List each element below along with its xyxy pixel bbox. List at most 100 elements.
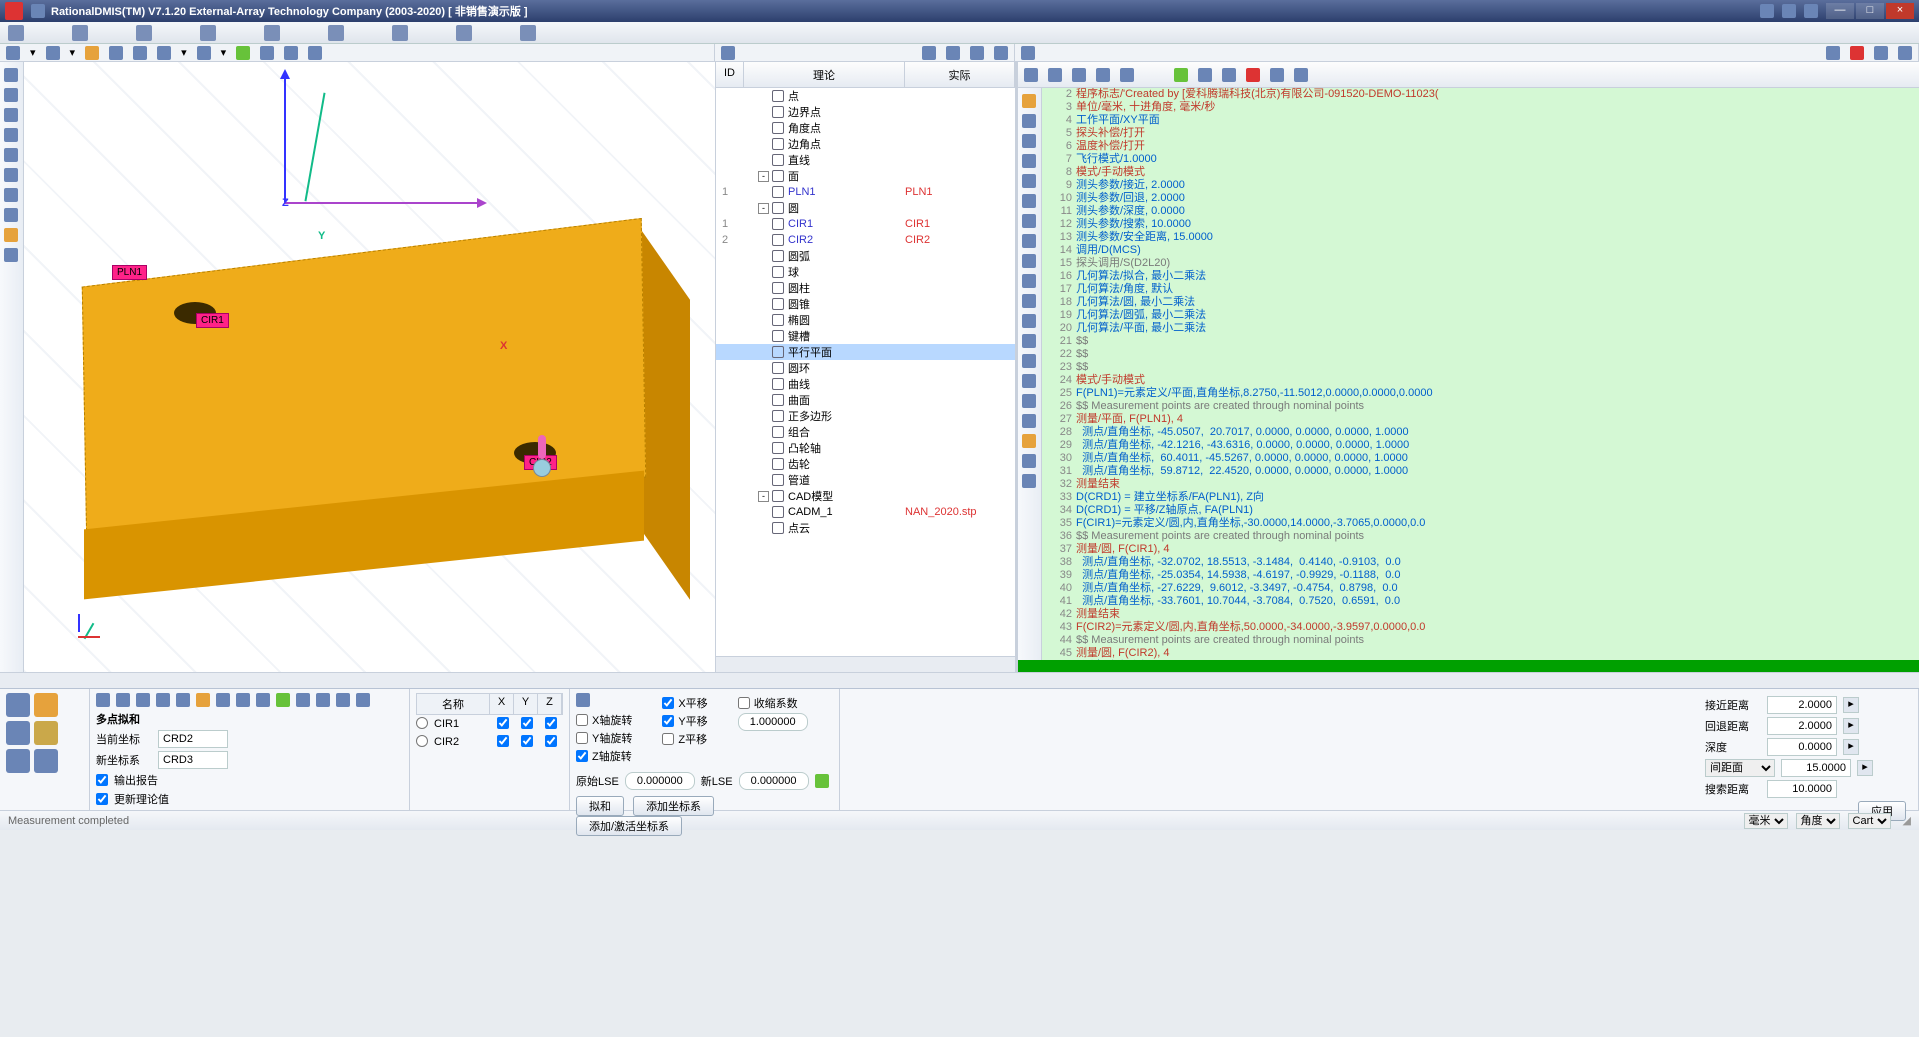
bt-8[interactable] (236, 693, 250, 707)
code-line[interactable]: 42测量结束 (1042, 608, 1919, 621)
tree-row[interactable]: CADM_1NAN_2020.stp (716, 504, 1015, 520)
status-unit[interactable]: 毫米 (1744, 813, 1788, 829)
cs-10[interactable] (1022, 294, 1036, 308)
tree-row[interactable]: 椭圆 (716, 312, 1015, 328)
tree-body[interactable]: 点边界点角度点边角点直线-面1PLN1PLN1-圆1CIR1CIR12CIR2C… (716, 88, 1015, 656)
label-cir1[interactable]: CIR1 (196, 313, 229, 328)
code-tab-doc[interactable] (1021, 46, 1035, 60)
code-editor[interactable]: 2程序标志/'Created by [爱科腾瑞科技(北京)有限公司-091520… (1042, 88, 1919, 660)
cs-8[interactable] (1022, 254, 1036, 268)
code-line[interactable]: 15探头调用/S(D2L20) (1042, 257, 1919, 270)
tree-row[interactable]: 管道 (716, 472, 1015, 488)
clear-input[interactable] (1781, 759, 1851, 777)
cs-2[interactable] (1022, 134, 1036, 148)
vp-tab-select[interactable] (46, 46, 60, 60)
tree-row[interactable]: 齿轮 (716, 456, 1015, 472)
code-line[interactable]: 32测量结束 (1042, 478, 1919, 491)
cs-15[interactable] (1022, 394, 1036, 408)
code-line[interactable]: 21$$ (1042, 335, 1919, 348)
qicon-tri[interactable] (34, 693, 58, 717)
cs-13[interactable] (1022, 354, 1036, 368)
main-hscroll[interactable] (0, 672, 1919, 688)
code-line[interactable]: 23$$ (1042, 361, 1919, 374)
tree-row[interactable]: 曲线 (716, 376, 1015, 392)
topicon-1[interactable] (8, 25, 24, 41)
shrink-value[interactable]: 1.000000 (738, 713, 808, 731)
code-line[interactable]: 27测量/平面, F(PLN1), 4 (1042, 413, 1919, 426)
bt-11[interactable] (296, 693, 310, 707)
tree-row[interactable]: 点 (716, 88, 1015, 104)
code-line[interactable]: 38 测点/直角坐标, -32.0702, 18.5513, -3.1484, … (1042, 556, 1919, 569)
code-line[interactable]: 13测头参数/安全距离, 15.0000 (1042, 231, 1919, 244)
tree-row[interactable]: 平行平面 (716, 344, 1015, 360)
code-line[interactable]: 19几何算法/圆弧, 最小二乘法 (1042, 309, 1919, 322)
bt-10[interactable] (276, 693, 290, 707)
vtool-4[interactable] (4, 148, 18, 162)
tree-row[interactable]: 边角点 (716, 136, 1015, 152)
qicon-crd[interactable] (6, 749, 30, 773)
vtool-3[interactable] (4, 128, 18, 142)
topicon-7[interactable] (392, 25, 408, 41)
code-line[interactable]: 20几何算法/平面, 最小二乘法 (1042, 322, 1919, 335)
cbtn-step[interactable] (1198, 68, 1212, 82)
code-line[interactable]: 14调用/D(MCS) (1042, 244, 1919, 257)
tree-row[interactable]: 组合 (716, 424, 1015, 440)
code-line[interactable]: 7飞行模式/1.0000 (1042, 153, 1919, 166)
tree-scrollbar[interactable] (716, 656, 1015, 672)
code-line[interactable]: 41 测点/直角坐标, -33.7601, 10.7044, -3.7084, … (1042, 595, 1919, 608)
cs-7[interactable] (1022, 234, 1036, 248)
cs-17[interactable] (1022, 434, 1036, 448)
cs-19[interactable] (1022, 474, 1036, 488)
code-line[interactable]: 9测头参数/接近, 2.0000 (1042, 179, 1919, 192)
code-line[interactable]: 34D(CRD1) = 平移/Z轴原点, FA(PLN1) (1042, 504, 1919, 517)
tree-row[interactable]: 圆弧 (716, 248, 1015, 264)
code-line[interactable]: 43F(CIR2)=元素定义/圆,内,直角坐标,50.0000,-34.0000… (1042, 621, 1919, 634)
tree-tab-3[interactable] (970, 46, 984, 60)
code-tab-1[interactable] (1826, 46, 1840, 60)
cs-14[interactable] (1022, 374, 1036, 388)
cbtn-list[interactable] (1072, 68, 1086, 82)
shrink-check[interactable] (738, 697, 750, 709)
vtool-7[interactable] (4, 208, 18, 222)
code-line[interactable]: 37测量/圆, F(CIR1), 4 (1042, 543, 1919, 556)
ztrans-check[interactable] (662, 733, 674, 745)
qicon-shield[interactable] (34, 721, 58, 745)
title-tool-1[interactable] (1760, 4, 1774, 18)
code-line[interactable]: 24模式/手动模式 (1042, 374, 1919, 387)
current-crd-input[interactable] (158, 730, 228, 748)
minimize-button[interactable]: — (1826, 3, 1854, 19)
tree-tab-4[interactable] (994, 46, 1008, 60)
cbtn-run[interactable] (1120, 68, 1134, 82)
tree-row[interactable]: 点云 (716, 520, 1015, 536)
clear-select[interactable]: 间距面 (1705, 759, 1775, 777)
bt-4[interactable] (156, 693, 170, 707)
code-line[interactable]: 36$$ Measurement points are created thro… (1042, 530, 1919, 543)
retract-input[interactable] (1767, 717, 1837, 735)
code-line[interactable]: 40 测点/直角坐标, -27.6229, 9.6012, -3.3497, -… (1042, 582, 1919, 595)
update-nom-check[interactable] (96, 793, 108, 805)
code-tab-2[interactable] (1850, 46, 1864, 60)
code-line[interactable]: 25F(PLN1)=元素定义/平面,直角坐标,8.2750,-11.5012,0… (1042, 387, 1919, 400)
topicon-3[interactable] (136, 25, 152, 41)
xtrans-check[interactable] (662, 697, 674, 709)
vtool-2[interactable] (4, 108, 18, 122)
topicon-2[interactable] (72, 25, 88, 41)
search-input[interactable] (1767, 780, 1837, 798)
status-output[interactable]: Cart (1848, 813, 1891, 829)
tree-tab-1[interactable] (922, 46, 936, 60)
tree-row[interactable]: -CAD模型 (716, 488, 1015, 504)
tree-row[interactable]: 直线 (716, 152, 1015, 168)
status-angle[interactable]: 角度 (1796, 813, 1840, 829)
cbtn-edit[interactable] (1294, 68, 1308, 82)
cs-18[interactable] (1022, 454, 1036, 468)
topicon-5[interactable] (264, 25, 280, 41)
code-line[interactable]: 35F(CIR1)=元素定义/圆,内,直角坐标,-30.0000,14.0000… (1042, 517, 1919, 530)
qicon-loc[interactable] (34, 749, 58, 773)
approach-arrow[interactable]: ▸ (1843, 697, 1859, 713)
code-line[interactable]: 2程序标志/'Created by [爱科腾瑞科技(北京)有限公司-091520… (1042, 88, 1919, 101)
bt-14[interactable] (356, 693, 370, 707)
out-report-check[interactable] (96, 774, 108, 786)
code-line[interactable]: 3单位/毫米, 十进角度, 毫米/秒 (1042, 101, 1919, 114)
vtool-probe[interactable] (4, 68, 18, 82)
cbtn-save[interactable] (1048, 68, 1062, 82)
